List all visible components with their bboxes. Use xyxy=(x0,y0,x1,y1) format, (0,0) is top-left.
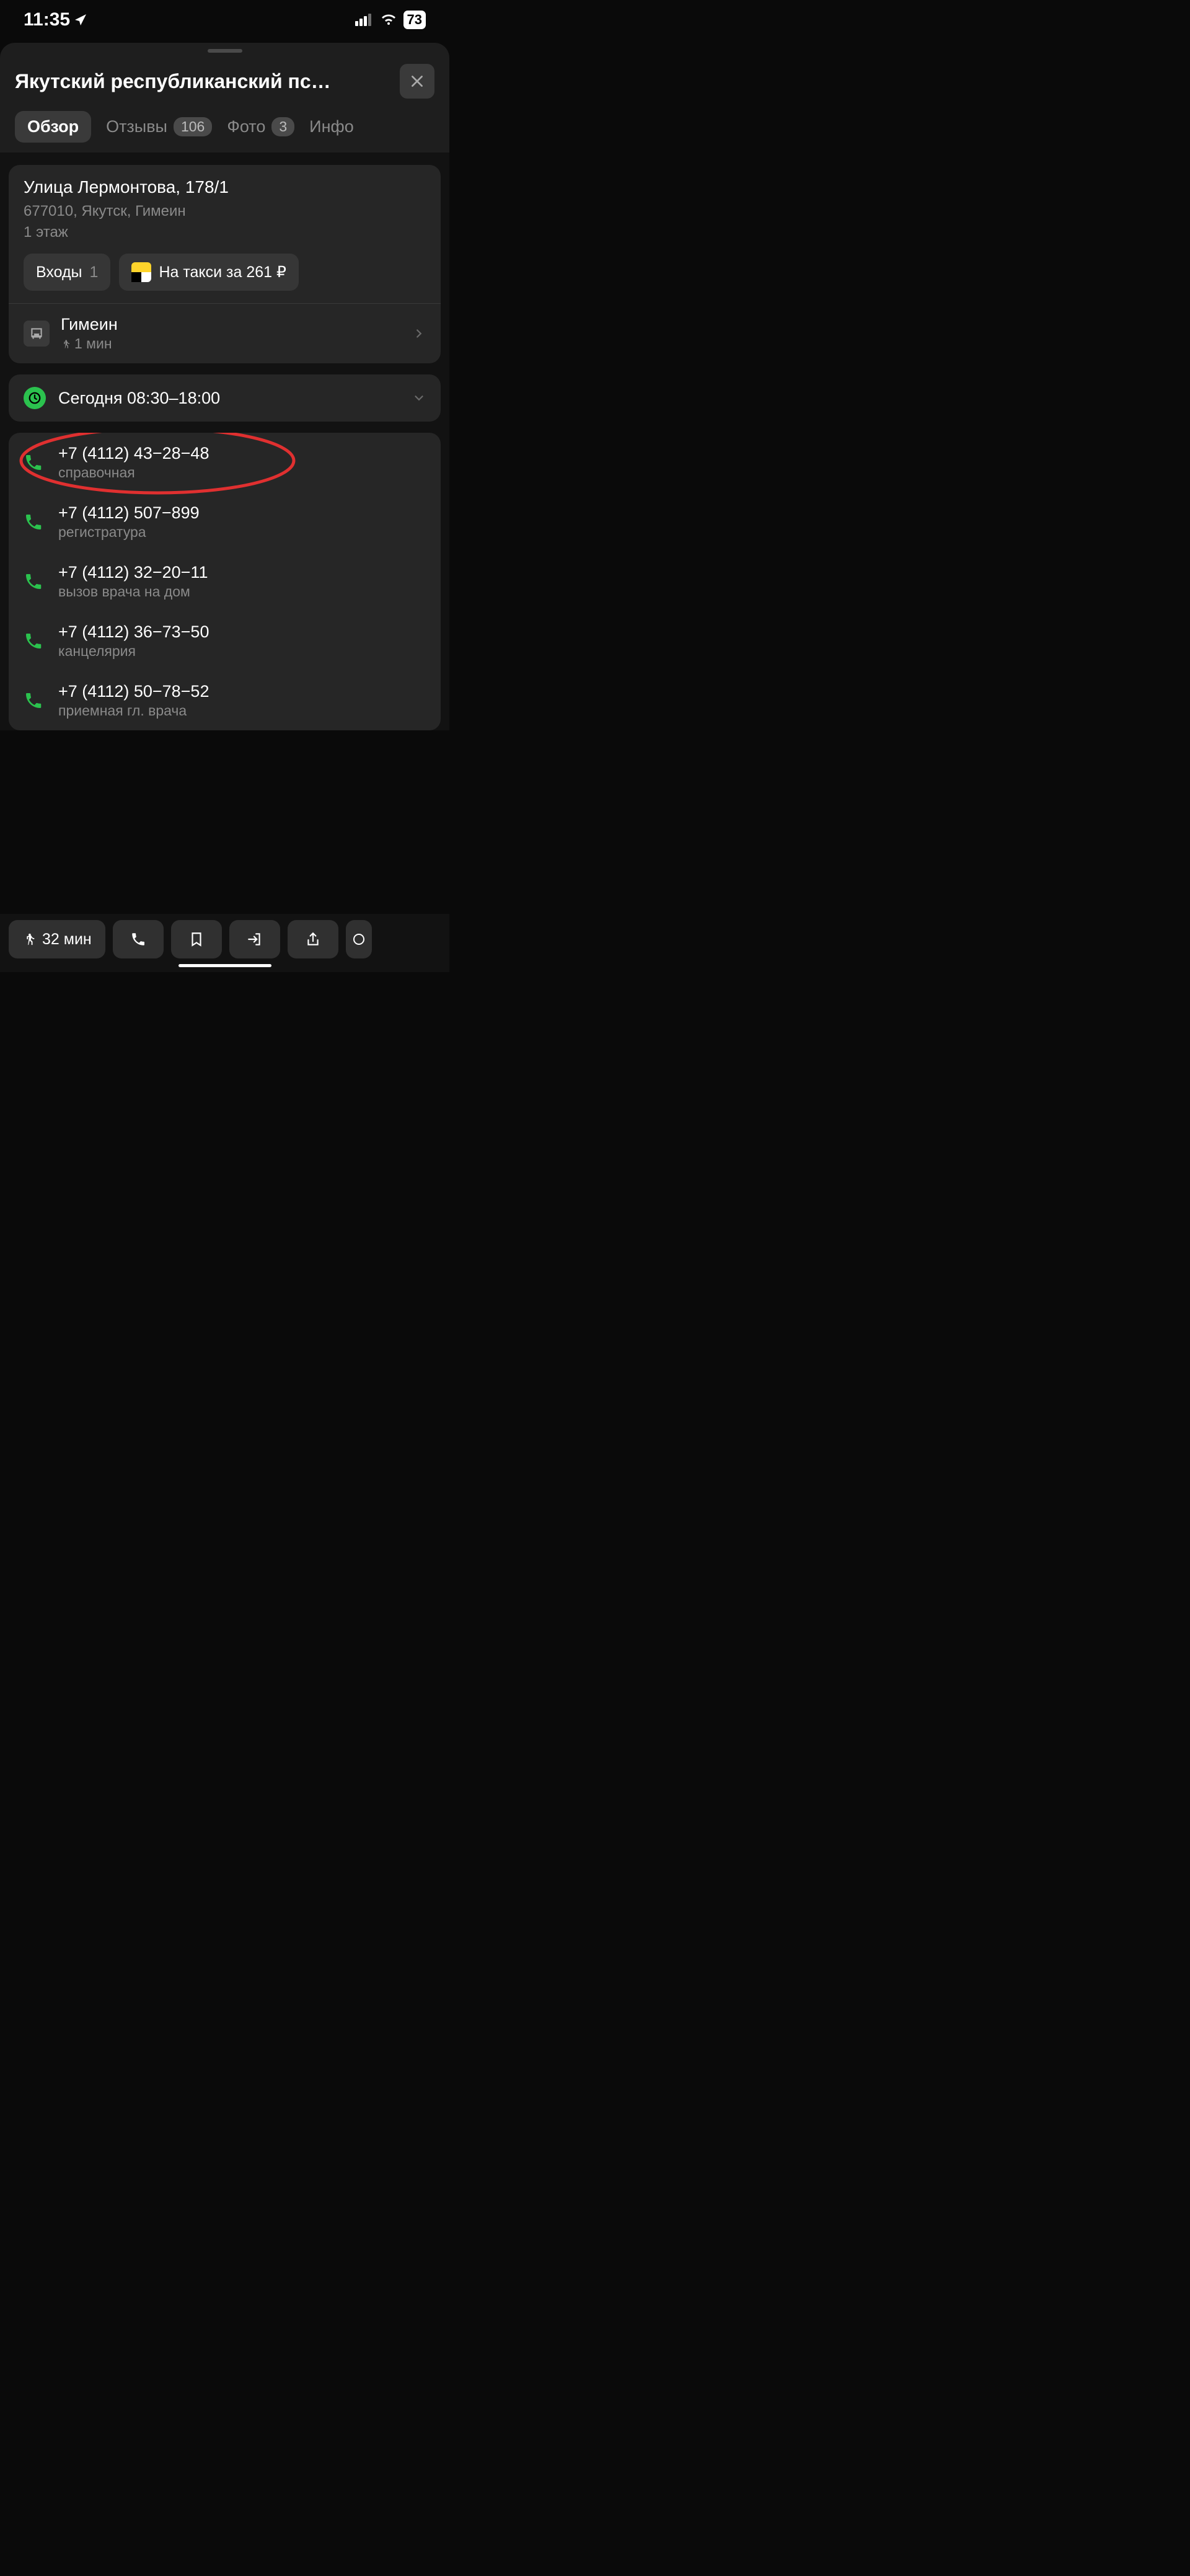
phone-label: регистратура xyxy=(58,524,426,541)
phone-number: +7 (4112) 507−899 xyxy=(58,503,426,523)
hours-card[interactable]: Сегодня 08:30–18:00 xyxy=(9,374,441,422)
sheet: Якутский республиканский пс… Обзор Отзыв… xyxy=(0,43,449,730)
tab-info[interactable]: Инфо xyxy=(309,111,354,143)
chip-row: Входы 1 На такси за 261 ₽ xyxy=(24,254,426,291)
content: Улица Лермонтова, 178/1 677010, Якутск, … xyxy=(0,153,449,730)
tab-label: Фото xyxy=(227,117,265,136)
bus-icon xyxy=(24,321,50,347)
phone-icon xyxy=(24,691,43,710)
walk-icon xyxy=(22,932,36,946)
phone-row-3[interactable]: +7 (4112) 36−73−50канцелярия xyxy=(9,611,441,671)
share-icon xyxy=(305,931,321,947)
address-floor: 1 этаж xyxy=(24,222,426,243)
page-title: Якутский республиканский пс… xyxy=(15,70,390,93)
chip-count: 1 xyxy=(90,263,99,281)
walk-route-button[interactable]: 32 мин xyxy=(9,920,105,958)
phone-icon xyxy=(24,512,43,532)
transit-row[interactable]: Гимеин 1 мин xyxy=(9,303,441,363)
call-button[interactable] xyxy=(113,920,164,958)
phone-icon xyxy=(24,572,43,591)
tab-overview[interactable]: Обзор xyxy=(15,111,91,143)
phones-card: +7 (4112) 43−28−48справочная +7 (4112) 5… xyxy=(9,433,441,730)
tab-reviews[interactable]: Отзывы 106 xyxy=(106,111,212,143)
transit-stop: Гимеин xyxy=(61,315,401,334)
phone-label: вызов врача на дом xyxy=(58,583,426,600)
walk-time: 32 мин xyxy=(42,931,92,949)
close-button[interactable] xyxy=(400,64,434,99)
battery-indicator: 73 xyxy=(403,11,426,29)
entrances-button[interactable]: Входы 1 xyxy=(24,254,110,291)
drag-handle[interactable] xyxy=(208,49,242,53)
chevron-right-icon xyxy=(412,327,426,340)
tab-label: Отзывы xyxy=(106,117,167,136)
taxi-icon xyxy=(131,262,151,282)
phone-number: +7 (4112) 36−73−50 xyxy=(58,622,426,642)
location-arrow-icon xyxy=(74,12,89,27)
transit-walk-time: 1 мин xyxy=(61,335,401,352)
phone-row-4[interactable]: +7 (4112) 50−78−52приемная гл. врача xyxy=(9,671,441,730)
phone-number: +7 (4112) 50−78−52 xyxy=(58,682,426,701)
phone-row-0[interactable]: +7 (4112) 43−28−48справочная xyxy=(9,433,441,492)
photo-count: 3 xyxy=(271,117,294,136)
address-block[interactable]: Улица Лермонтова, 178/1 677010, Якутск, … xyxy=(9,165,441,303)
phone-label: справочная xyxy=(58,464,426,481)
phone-row-2[interactable]: +7 (4112) 32−20−11вызов врача на дом xyxy=(9,552,441,611)
more-button[interactable] xyxy=(346,920,372,958)
status-right: 73 xyxy=(355,11,426,29)
more-icon xyxy=(353,931,365,947)
hours-text: Сегодня 08:30–18:00 xyxy=(58,389,400,408)
taxi-button[interactable]: На такси за 261 ₽ xyxy=(119,254,298,291)
chip-label: На такси за 261 ₽ xyxy=(159,263,286,281)
share-button[interactable] xyxy=(288,920,338,958)
reviews-count: 106 xyxy=(174,117,212,136)
cellular-icon xyxy=(355,14,374,26)
phone-icon xyxy=(24,453,43,472)
phone-label: канцелярия xyxy=(58,643,426,660)
phone-icon xyxy=(24,631,43,651)
walk-icon xyxy=(61,339,71,349)
phone-row-1[interactable]: +7 (4112) 507−899регистратура xyxy=(9,492,441,552)
clock-icon xyxy=(24,387,46,409)
bookmark-button[interactable] xyxy=(171,920,222,958)
chip-label: Входы xyxy=(36,263,82,281)
status-time: 11:35 xyxy=(24,9,89,30)
bottom-bar: 32 мин xyxy=(0,914,449,972)
transit-text: Гимеин 1 мин xyxy=(61,315,401,352)
address-card: Улица Лермонтова, 178/1 677010, Якутск, … xyxy=(9,165,441,363)
tab-photo[interactable]: Фото 3 xyxy=(227,111,294,143)
checkin-button[interactable] xyxy=(229,920,280,958)
bookmark-icon xyxy=(188,931,205,947)
tabs: Обзор Отзывы 106 Фото 3 Инфо xyxy=(0,111,449,153)
home-indicator[interactable] xyxy=(178,964,271,967)
header: Якутский республиканский пс… xyxy=(0,64,449,111)
close-icon xyxy=(409,73,425,89)
address-street: Улица Лермонтова, 178/1 xyxy=(24,177,426,197)
phone-number: +7 (4112) 43−28−48 xyxy=(58,444,426,463)
clock-text: 11:35 xyxy=(24,9,70,30)
wifi-icon xyxy=(380,14,397,26)
phone-number: +7 (4112) 32−20−11 xyxy=(58,563,426,582)
phone-label: приемная гл. врача xyxy=(58,702,426,719)
address-city: 677010, Якутск, Гимеин xyxy=(24,201,426,222)
login-icon xyxy=(247,931,263,947)
phone-icon xyxy=(130,931,146,947)
chevron-down-icon xyxy=(412,391,426,405)
status-bar: 11:35 73 xyxy=(0,0,449,37)
